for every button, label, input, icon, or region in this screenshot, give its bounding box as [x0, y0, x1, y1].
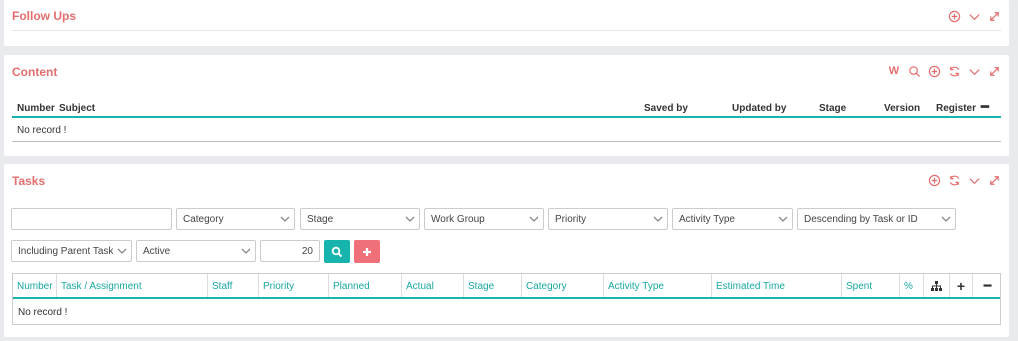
empty-row: No record !: [12, 119, 1001, 142]
follow-ups-title: Follow Ups: [12, 9, 76, 23]
priority-select[interactable]: Priority: [548, 208, 668, 230]
content-toolbar: W: [887, 64, 1001, 78]
minus-icon[interactable]: ━: [981, 99, 989, 115]
col-stage[interactable]: Stage: [819, 103, 846, 114]
col-actual[interactable]: Actual: [402, 274, 464, 297]
col-category[interactable]: Category: [522, 274, 604, 297]
tasks-table: Number Task / Assignment Staff Priority …: [12, 273, 1001, 325]
add-circle-icon[interactable]: [947, 9, 961, 23]
chevron-down-icon[interactable]: [967, 9, 981, 23]
work-group-select-value: Work Group: [431, 214, 485, 225]
col-number[interactable]: Number: [17, 103, 55, 114]
chevron-down-icon: [241, 247, 251, 255]
status-select[interactable]: Active: [136, 240, 256, 262]
empty-message: No record !: [18, 307, 68, 318]
page-size-value: 20: [301, 246, 313, 257]
add-circle-icon[interactable]: [927, 173, 941, 187]
chevron-down-icon: [653, 215, 663, 223]
col-register[interactable]: Register: [936, 103, 976, 114]
work-group-select[interactable]: Work Group: [424, 208, 544, 230]
col-priority[interactable]: Priority: [259, 274, 329, 297]
task-search-input[interactable]: [11, 208, 172, 230]
search-icon[interactable]: [907, 64, 921, 78]
col-subject[interactable]: Subject: [59, 103, 95, 114]
category-select[interactable]: Category: [176, 208, 295, 230]
refresh-icon[interactable]: [947, 173, 961, 187]
col-saved-by[interactable]: Saved by: [644, 103, 688, 114]
follow-ups-panel: Follow Ups: [4, 0, 1009, 46]
search-icon: [331, 246, 343, 257]
col-planned[interactable]: Planned: [329, 274, 402, 297]
col-stage[interactable]: Stage: [464, 274, 522, 297]
stage-select-value: Stage: [307, 214, 334, 225]
refresh-icon[interactable]: [947, 64, 961, 78]
chevron-down-icon: [529, 215, 539, 223]
chevron-down-icon: [941, 215, 951, 223]
sort-select[interactable]: Descending by Task or ID: [797, 208, 956, 230]
empty-row: No record !: [13, 301, 1000, 324]
add-column-icon[interactable]: +: [950, 274, 973, 297]
activity-type-select-value: Activity Type: [679, 214, 735, 225]
category-select-value: Category: [183, 214, 224, 225]
col-task-assignment[interactable]: Task / Assignment: [57, 274, 208, 297]
parent-tasks-select[interactable]: Including Parent Tasks: [11, 240, 132, 262]
org-chart-icon[interactable]: [924, 274, 950, 297]
col-estimated-time[interactable]: Estimated Time: [712, 274, 842, 297]
col-updated-by[interactable]: Updated by: [732, 103, 786, 114]
chevron-down-icon[interactable]: [967, 173, 981, 187]
search-button[interactable]: [324, 240, 350, 263]
col-version[interactable]: Version: [884, 103, 920, 114]
col-activity-type[interactable]: Activity Type: [604, 274, 712, 297]
chevron-down-icon: [117, 247, 127, 255]
sort-select-value: Descending by Task or ID: [804, 214, 918, 225]
tasks-panel: Tasks Category Stage Work Group Priority…: [4, 164, 1009, 337]
col-number[interactable]: Number: [13, 274, 57, 297]
chevron-down-icon: [405, 215, 415, 223]
activity-type-select[interactable]: Activity Type: [672, 208, 793, 230]
parent-tasks-select-value: Including Parent Tasks: [18, 246, 113, 257]
content-title: Content: [12, 65, 58, 79]
col-percent[interactable]: %: [900, 274, 924, 297]
chevron-down-icon[interactable]: [967, 64, 981, 78]
col-spent[interactable]: Spent: [842, 274, 900, 297]
chevron-down-icon: [778, 215, 788, 223]
tasks-toolbar: [927, 173, 1001, 187]
tasks-table-header: Number Task / Assignment Staff Priority …: [13, 274, 1000, 299]
content-panel: Content W Number Subject Saved by Update…: [4, 55, 1009, 156]
content-table-header: Number Subject Saved by Updated by Stage…: [12, 99, 1001, 118]
remove-column-icon[interactable]: ━: [973, 274, 1002, 297]
expand-icon[interactable]: [987, 173, 1001, 187]
add-task-button[interactable]: [354, 240, 380, 263]
stage-select[interactable]: Stage: [300, 208, 420, 230]
plus-icon: [363, 247, 371, 256]
status-select-value: Active: [143, 246, 171, 257]
empty-message: No record !: [17, 125, 67, 136]
divider: [12, 30, 1001, 31]
word-icon[interactable]: W: [887, 64, 901, 78]
priority-select-value: Priority: [555, 214, 587, 225]
follow-ups-toolbar: [947, 9, 1001, 23]
tasks-title: Tasks: [12, 174, 46, 188]
expand-icon[interactable]: [987, 9, 1001, 23]
chevron-down-icon: [280, 215, 290, 223]
page-size-input[interactable]: 20: [260, 240, 320, 262]
expand-icon[interactable]: [987, 64, 1001, 78]
add-circle-icon[interactable]: [927, 64, 941, 78]
col-staff[interactable]: Staff: [208, 274, 259, 297]
